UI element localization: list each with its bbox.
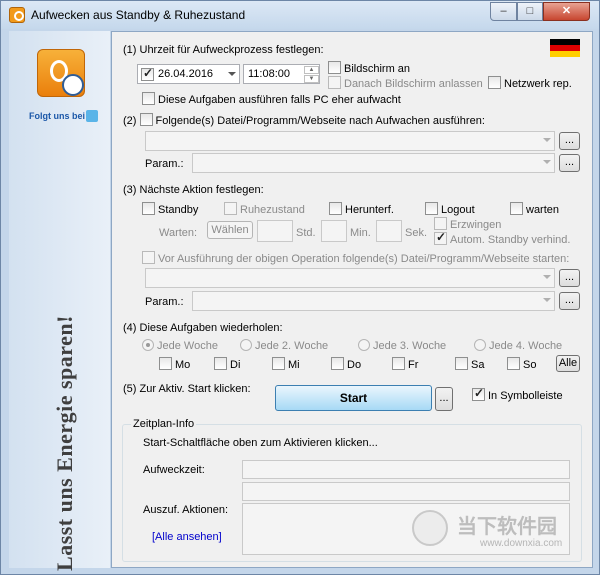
aufweckzeit-field-2: [242, 482, 570, 501]
param-browse-button[interactable]: ...: [559, 154, 580, 172]
jede-woche-option[interactable]: Jede Woche: [142, 339, 218, 352]
param-label: Param.:: [145, 158, 184, 170]
jede-4-woche-option[interactable]: Jede 4. Woche: [474, 339, 562, 352]
pre-program-browse-button[interactable]: ...: [559, 269, 580, 287]
date-enable-checkbox[interactable]: [141, 66, 154, 81]
day-mi-option[interactable]: Mi: [272, 357, 300, 371]
seconds-input[interactable]: [376, 220, 402, 242]
hours-input[interactable]: [257, 220, 293, 242]
start-button[interactable]: Start: [275, 385, 432, 411]
watermark-text: 当下软件园: [457, 516, 557, 538]
warten-label: Warten:: [159, 227, 198, 239]
close-button[interactable]: ✕: [543, 2, 590, 21]
watermark-url: www.downxia.com: [480, 538, 563, 549]
follow-us-text[interactable]: Folgt uns bei: [29, 111, 85, 121]
herunterf-option[interactable]: Herunterf.: [329, 202, 394, 216]
window-title: Aufwecken aus Standby & Ruhezustand: [31, 8, 246, 22]
waehlen-button[interactable]: Wählen: [207, 221, 253, 239]
eher-aufwacht-option[interactable]: Diese Aufgaben ausführen falls PC eher a…: [142, 92, 401, 106]
autom-standby-option[interactable]: Autom. Standby verhind.: [434, 230, 570, 246]
day-do-option[interactable]: Do: [331, 357, 361, 371]
bildschirm-an-option[interactable]: Bildschirm an: [328, 61, 410, 75]
watermark-logo-icon: [412, 510, 448, 546]
section2-heading[interactable]: (2) Folgende(s) Datei/Programm/Webseite …: [123, 113, 485, 127]
date-picker[interactable]: 26.04.2016: [137, 64, 240, 84]
pre-param-browse-button[interactable]: ...: [559, 292, 580, 310]
minimize-button[interactable]: –: [490, 2, 517, 21]
sek-label: Sek.: [405, 227, 428, 239]
section4-heading: (4) Diese Aufgaben wiederholen:: [123, 322, 283, 334]
start-options-button[interactable]: ...: [435, 387, 453, 411]
netzwerk-option[interactable]: Netzwerk rep.: [488, 76, 572, 90]
day-mo-option[interactable]: Mo: [159, 357, 190, 371]
aufweckzeit-label: Aufweckzeit:: [143, 464, 205, 476]
aufweckzeit-field: [242, 460, 570, 479]
date-value: 26.04.2016: [158, 68, 214, 80]
twitter-icon[interactable]: [86, 110, 98, 122]
zeitplan-message: Start-Schaltfläche oben zum Aktivieren k…: [143, 437, 378, 449]
minutes-input[interactable]: [321, 220, 347, 242]
standby-option[interactable]: Standby: [142, 202, 198, 216]
section3-heading: (3) Nächste Aktion festlegen:: [123, 184, 264, 196]
ruhezustand-option[interactable]: Ruhezustand: [224, 202, 305, 216]
std-label: Std.: [296, 227, 316, 239]
title-bar: Aufwecken aus Standby & Ruhezustand – □ …: [1, 1, 599, 29]
jede-3-woche-option[interactable]: Jede 3. Woche: [358, 339, 446, 352]
app-window: Aufwecken aus Standby & Ruhezustand – □ …: [0, 0, 600, 575]
auszuf-aktionen-label: Auszuf. Aktionen:: [143, 504, 228, 516]
power-clock-icon: [37, 49, 85, 97]
day-sa-option[interactable]: Sa: [455, 357, 484, 371]
erzwingen-option[interactable]: Erzwingen: [434, 217, 501, 231]
pre-program-select[interactable]: [145, 268, 555, 288]
symbolleiste-option[interactable]: In Symbolleiste: [472, 386, 563, 402]
main-panel: (1) Uhrzeit für Aufweckprozess festlegen…: [111, 31, 593, 568]
param-select[interactable]: [192, 153, 555, 173]
day-fr-option[interactable]: Fr: [392, 357, 418, 371]
alle-ansehen-link[interactable]: [Alle ansehen]: [152, 531, 222, 543]
spin-down-icon[interactable]: ▼: [304, 75, 319, 83]
warten-option[interactable]: warten: [510, 202, 559, 216]
program-browse-button[interactable]: ...: [559, 132, 580, 150]
pre-param-label: Param.:: [145, 296, 184, 308]
pre-param-select[interactable]: [192, 291, 555, 311]
zeitplan-title: Zeitplan-Info: [131, 418, 197, 430]
section1-heading: (1) Uhrzeit für Aufweckprozess festlegen…: [123, 44, 324, 56]
slogan-text: Lasst uns Energie sparen!: [52, 315, 77, 571]
program-select[interactable]: [145, 131, 555, 151]
min-label: Min.: [350, 227, 371, 239]
german-flag-icon[interactable]: [550, 39, 580, 57]
alle-button[interactable]: Alle: [556, 355, 580, 372]
vor-ausfuehrung-option[interactable]: Vor Ausführung der obigen Operation folg…: [142, 251, 569, 265]
day-so-option[interactable]: So: [507, 357, 536, 371]
time-value: 11:08:00: [248, 68, 291, 80]
day-di-option[interactable]: Di: [214, 357, 240, 371]
time-input[interactable]: 11:08:00 ▲ ▼: [243, 64, 320, 84]
app-icon: [9, 7, 25, 23]
chevron-down-icon[interactable]: [228, 72, 236, 76]
spin-up-icon[interactable]: ▲: [304, 66, 319, 74]
bildschirm-anlassen-option[interactable]: Danach Bildschirm anlassen: [328, 76, 483, 90]
jede-2-woche-option[interactable]: Jede 2. Woche: [240, 339, 328, 352]
section5-heading: (5) Zur Aktiv. Start klicken:: [123, 383, 251, 395]
maximize-button[interactable]: □: [517, 2, 543, 21]
logout-option[interactable]: Logout: [425, 202, 475, 216]
left-panel: Folgt uns bei Lasst uns Energie sparen!: [9, 31, 110, 571]
